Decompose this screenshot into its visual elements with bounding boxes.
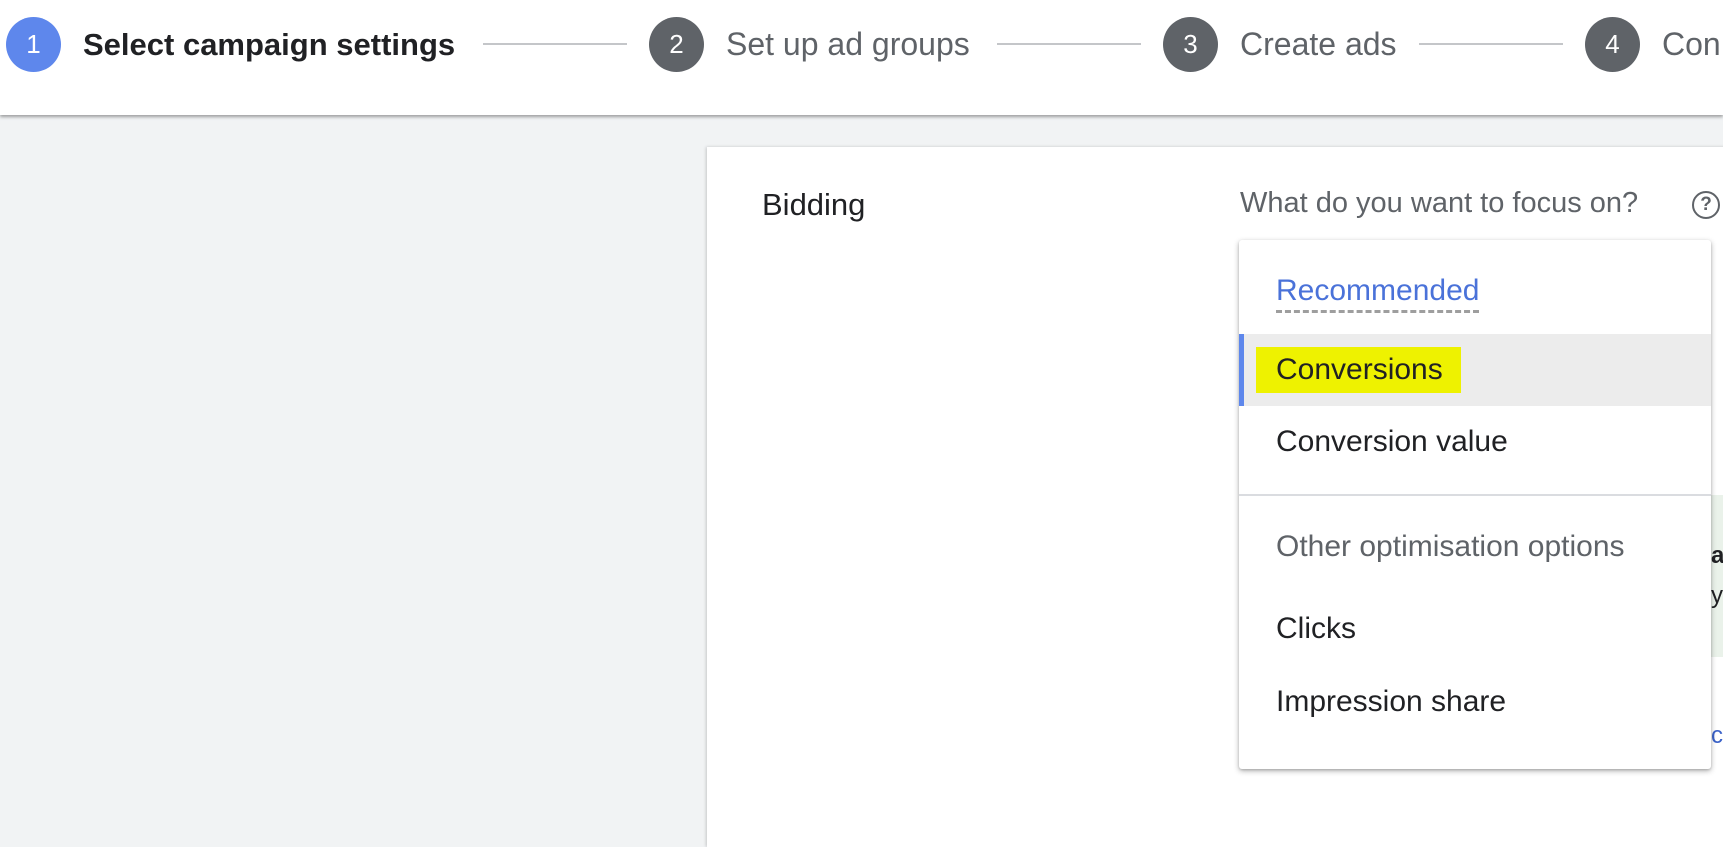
- step-1-number: 1: [6, 17, 61, 72]
- info-panel-link[interactable]: c: [1711, 722, 1723, 750]
- step-2-label: Set up ad groups: [726, 26, 970, 62]
- step-1[interactable]: 1 Select campaign settings: [6, 17, 455, 72]
- step-4[interactable]: 4 Con: [1585, 17, 1721, 72]
- step-connector: [1419, 43, 1563, 45]
- other-options-group-header: Other optimisation options: [1276, 530, 1625, 563]
- recommended-group-header: Recommended: [1276, 274, 1480, 313]
- step-connector: [997, 43, 1141, 45]
- option-clicks-label: Clicks: [1276, 612, 1356, 645]
- option-conversions[interactable]: Conversions: [1239, 334, 1711, 406]
- step-3-number: 3: [1163, 17, 1218, 72]
- menu-divider: [1239, 494, 1711, 496]
- step-2-number: 2: [649, 17, 704, 72]
- step-3-label: Create ads: [1240, 26, 1397, 62]
- info-panel-text: y: [1711, 582, 1723, 609]
- step-connector: [483, 43, 627, 45]
- focus-question-label: What do you want to focus on?: [1240, 187, 1639, 219]
- option-conversions-label: Conversions: [1256, 347, 1461, 393]
- option-conversion-value-label: Conversion value: [1276, 425, 1508, 458]
- option-impression-share-label: Impression share: [1276, 685, 1507, 718]
- focus-dropdown-menu: Recommended Conversions Conversion value…: [1239, 240, 1711, 769]
- step-4-label: Con: [1662, 26, 1721, 62]
- section-title: Bidding: [762, 187, 866, 222]
- step-3[interactable]: 3 Create ads: [1163, 17, 1397, 72]
- step-1-label: Select campaign settings: [83, 26, 456, 62]
- campaign-stepper: 1 Select campaign settings 2 Set up ad g…: [0, 0, 1723, 115]
- option-conversion-value[interactable]: Conversion value: [1239, 406, 1711, 478]
- info-panel-title: a: [1711, 542, 1723, 569]
- option-clicks[interactable]: Clicks: [1239, 593, 1711, 665]
- option-impression-share[interactable]: Impression share: [1239, 666, 1711, 738]
- step-2[interactable]: 2 Set up ad groups: [649, 17, 970, 72]
- step-4-number: 4: [1585, 17, 1640, 72]
- help-circle-icon[interactable]: ?: [1692, 191, 1720, 219]
